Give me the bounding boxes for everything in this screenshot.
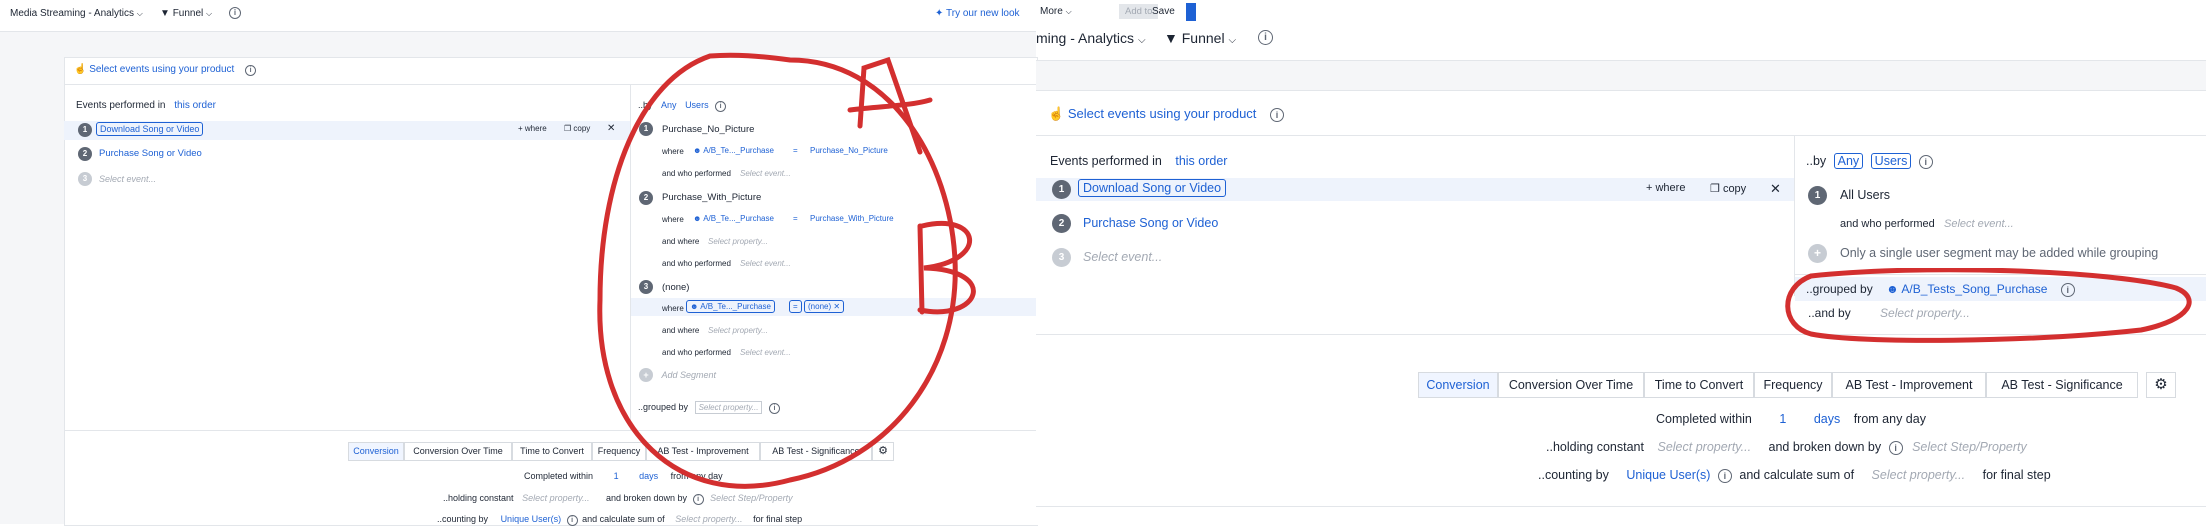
tab-time-to-convert[interactable]: Time to Convert [1644,372,1754,398]
event-link[interactable]: Purchase Song or Video [99,148,202,159]
settings-button[interactable]: ⚙ [2146,372,2176,398]
gear-icon: ⚙ [2154,376,2168,393]
and-who-label: and who performed [1840,218,1935,230]
chevron-down-icon: ⌵ [1137,35,1146,46]
red-oval-annotation [1785,268,2192,343]
users-dropdown[interactable]: Users [1870,153,1912,169]
holding-property-placeholder[interactable]: Select property... [1657,440,1751,454]
segment-name[interactable]: All Users [1840,188,1890,202]
order-dropdown[interactable]: this order [174,100,216,111]
share-button[interactable] [1186,3,1196,21]
segment-number: 1 [1808,186,1827,205]
step-number: 3 [78,172,92,186]
event-selector[interactable]: Download Song or Video [1078,179,1227,197]
days-input[interactable]: 1 [1779,412,1786,426]
chevron-down-icon: ⌵ [206,9,213,18]
tab-conversion-over-time[interactable]: Conversion Over Time [1498,372,1644,398]
step-number: 1 [1052,180,1071,199]
red-annotation-overlay [597,52,976,489]
step-number: 2 [78,147,92,161]
add-segment-disabled: + [1808,244,1827,263]
events-label: Events performed in this order [1050,154,1228,168]
step-number: 2 [1052,214,1071,233]
sparkle-icon: ✦ [935,8,944,19]
unique-users-dropdown[interactable]: Unique User(s) [501,514,562,524]
info-icon[interactable]: i [229,7,241,19]
sum-property-placeholder[interactable]: Select property... [1872,468,1966,482]
project-dropdown[interactable]: Media Streaming - Analytics ⌵ [10,8,143,19]
days-dropdown[interactable]: days [1814,412,1840,426]
tab-conversion[interactable]: Conversion [348,442,404,461]
info-icon[interactable]: i [1258,30,1273,45]
section-title: ☝ Select events using your product i [74,64,257,76]
funnel-icon: ▼ [160,8,170,19]
save-button[interactable]: Save [1152,6,1175,17]
divider [1036,506,2206,507]
chart-type-dropdown[interactable]: ▼ Funnel ⌵ [1164,30,1236,46]
tab-ab-improvement[interactable]: AB Test - Improvement [1832,372,1986,398]
tab-conversion-over-time[interactable]: Conversion Over Time [404,442,512,461]
holding-constant-row: ..holding constant Select property... an… [1546,440,2027,455]
completed-within-row: Completed within 1 days from any day [1656,412,1926,426]
left-topbar: Media Streaming - Analytics ⌵ ▼ Funnel ⌵… [0,0,1036,30]
info-icon[interactable]: i [1918,155,1933,169]
add-where-button[interactable]: + where [1646,182,1685,194]
add-where-button[interactable]: + where [518,124,547,133]
event-placeholder[interactable]: Select event... [1083,250,1162,264]
right-screenshot: ming - Analytics ⌵ ▼ Funnel ⌵ i ☝ Select… [1036,24,2206,525]
tab-ab-significance[interactable]: AB Test - Significance [1986,372,2138,398]
copy-icon: ❐ [1710,183,1720,195]
chevron-down-icon: ⌵ [136,9,143,18]
pointer-icon: ☝ [74,64,87,75]
single-segment-note: Only a single user segment may be added … [1840,246,2159,260]
close-icon[interactable]: ✕ [1770,181,1781,197]
tab-conversion[interactable]: Conversion [1418,372,1498,398]
left-screenshot: Media Streaming - Analytics ⌵ ▼ Funnel ⌵… [0,0,1038,526]
event-placeholder[interactable]: Select event... [99,174,156,184]
events-label: Events performed in this order [76,100,216,111]
project-dropdown[interactable]: ming - Analytics ⌵ [1036,30,1146,46]
event-selector[interactable]: Download Song or Video [96,122,204,136]
by-users: ..by Any Users i [1806,153,1933,169]
event-placeholder[interactable]: Select event... [1944,218,2014,230]
section-title: ☝ Select events using your product i [1048,106,1285,122]
order-dropdown[interactable]: this order [1175,154,1227,168]
any-dropdown[interactable]: Any [1833,153,1864,169]
chevron-down-icon: ⌵ [1065,7,1072,16]
event-link[interactable]: Purchase Song or Video [1083,216,1218,230]
funnel-icon: ▼ [1164,30,1178,46]
red-circle-annotation [597,52,958,489]
info-icon[interactable]: i [1717,469,1732,483]
pointer-icon: ☝ [1048,106,1065,121]
info-icon[interactable]: i [1270,108,1285,122]
unique-users-dropdown[interactable]: Unique User(s) [1626,468,1710,482]
try-new-look-link[interactable]: ✦ Try our new look [935,8,1020,19]
info-icon[interactable]: i [1888,441,1903,455]
letter-b-annotation [917,221,976,315]
chevron-down-icon: ⌵ [1228,35,1237,46]
step-number: 1 [78,123,92,137]
more-button[interactable]: More ⌵ [1040,6,1072,17]
step-property-placeholder[interactable]: Select Step/Property [1912,440,2027,454]
copy-button[interactable]: ❐ copy [1710,182,1746,195]
chart-type-dropdown[interactable]: ▼ Funnel ⌵ [160,8,212,19]
info-icon[interactable]: i [245,65,257,76]
counting-by-row: ..counting by Unique User(s) i and calcu… [1538,468,2051,483]
divider [1036,135,2206,136]
tab-frequency[interactable]: Frequency [1754,372,1832,398]
step-number: 3 [1052,248,1071,267]
